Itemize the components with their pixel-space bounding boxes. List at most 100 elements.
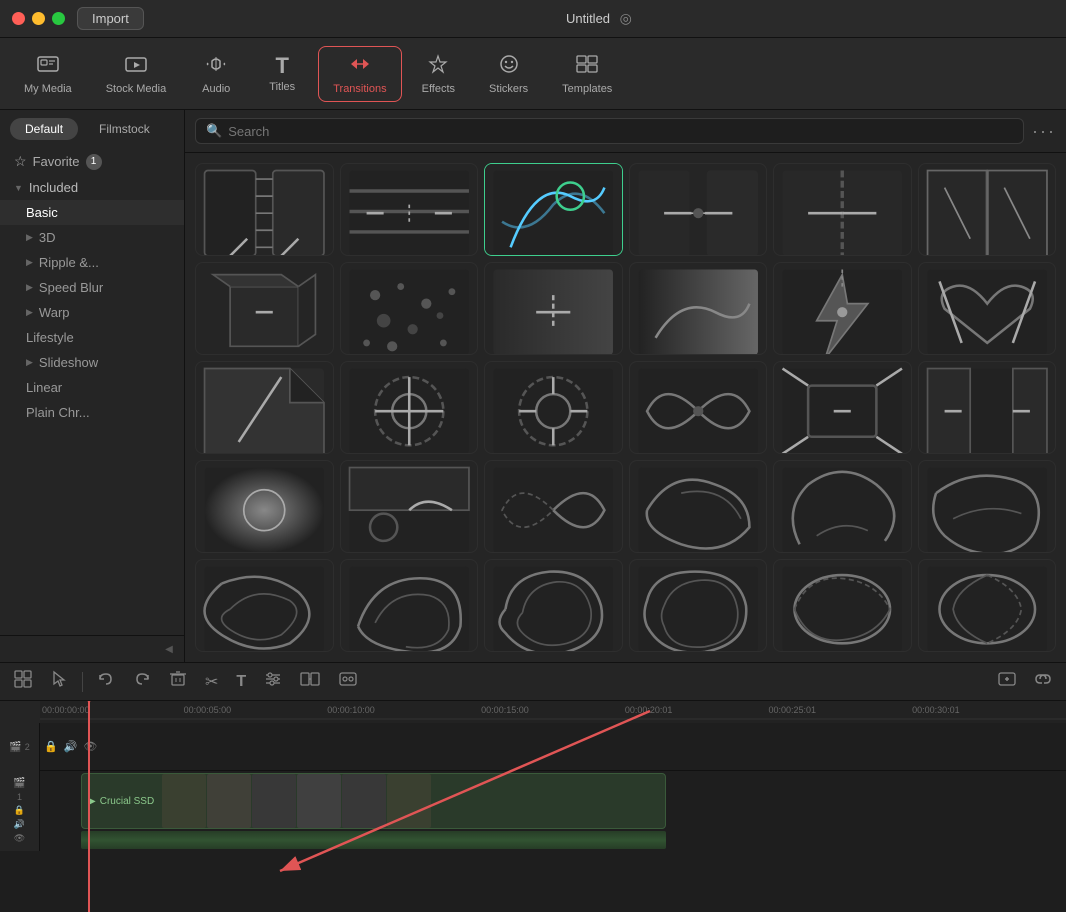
timeline-ruler: 00:00:00:00 00:00:05:00 00:00:10:00 00:0… xyxy=(40,701,1066,723)
transition-card-orb-4[interactable]: Orb 4 xyxy=(918,460,1057,553)
expand-arrow-icon-ripple: ▶ xyxy=(26,257,33,268)
templates-label: Templates xyxy=(562,83,612,95)
track-1-audio-icon[interactable]: 🔊 xyxy=(14,819,25,830)
window-title: Untitled ◎ xyxy=(144,10,1054,27)
transition-card-fade-grayscale[interactable]: Fade Grayscale xyxy=(629,262,768,355)
fullscreen-button[interactable] xyxy=(52,12,65,25)
transition-card-flash[interactable]: Flash xyxy=(773,262,912,355)
favorite-badge: 1 xyxy=(86,154,102,170)
transition-card-orb-twist-3[interactable]: Orb Twist 3 xyxy=(484,559,623,652)
toolbar-my-media[interactable]: My Media xyxy=(10,47,86,101)
minimize-button[interactable] xyxy=(32,12,45,25)
timeline-undo-button[interactable] xyxy=(93,666,119,697)
timeline-add-track-button[interactable] xyxy=(994,666,1020,697)
track-2-number: 2 xyxy=(25,742,30,752)
toolbar-transitions[interactable]: Transitions xyxy=(318,46,401,102)
expand-arrow-icon: ▼ xyxy=(14,183,23,193)
transition-card-blind[interactable]: Blind xyxy=(340,163,479,256)
transition-card-colour-distance[interactable]: Colour Distance xyxy=(484,163,623,256)
timeline-grid-button[interactable] xyxy=(10,666,36,697)
clip-thumb-5 xyxy=(342,774,386,828)
timeline-ai-button[interactable] xyxy=(334,666,362,697)
transition-card-bar[interactable]: Bar xyxy=(195,163,334,256)
included-label: Included xyxy=(29,180,78,195)
sidebar-item-warp[interactable]: ▶ Warp xyxy=(0,300,184,325)
transition-card-cube[interactable]: Cube xyxy=(195,262,334,355)
timeline-transition-clip-button[interactable] xyxy=(296,666,324,697)
transition-card-dissolve[interactable]: Dissolve xyxy=(340,262,479,355)
track-1-lock-icon[interactable]: 🔒 xyxy=(14,805,25,816)
sidebar-item-ripple[interactable]: ▶ Ripple &... xyxy=(0,250,184,275)
transition-card-fade[interactable]: Fade xyxy=(484,262,623,355)
sidebar-item-plain-chr[interactable]: Plain Chr... xyxy=(0,400,184,425)
sidebar-item-speed-blur[interactable]: ▶ Speed Blur xyxy=(0,275,184,300)
timeline-delete-button[interactable] xyxy=(165,666,191,697)
clip-thumb-1 xyxy=(162,774,206,828)
transition-card-orb-twist-2[interactable]: Orb Twist 2 xyxy=(340,559,479,652)
search-wrap: 🔍 xyxy=(195,118,1024,144)
timeline-text-button[interactable]: T xyxy=(232,669,250,695)
audio-label: Audio xyxy=(202,83,230,95)
transition-card-col-split[interactable]: Col Split xyxy=(773,163,912,256)
audio-waveform xyxy=(81,831,666,849)
close-button[interactable] xyxy=(12,12,25,25)
timeline-link-button[interactable] xyxy=(1030,666,1056,697)
transition-card-fade-white[interactable]: Fade White xyxy=(195,460,334,553)
timeline-cut-button[interactable]: ✂ xyxy=(201,668,222,696)
transition-card-fishey-roll-2[interactable]: Fisheve Roll 2 xyxy=(918,559,1057,652)
toolbar-stock-media[interactable]: Stock Media xyxy=(92,47,181,101)
clip-thumb-6 xyxy=(387,774,431,828)
track-2-eye-icon[interactable]: 👁 xyxy=(83,740,97,753)
sidebar-item-slideshow[interactable]: ▶ Slideshow xyxy=(0,350,184,375)
transition-card-orb-twist-4[interactable]: Orb Twist 4 xyxy=(629,559,768,652)
transition-card-heart[interactable]: Heart xyxy=(918,262,1057,355)
playhead[interactable] xyxy=(88,701,90,912)
timeline-adjust-button[interactable] xyxy=(260,666,286,697)
transition-card-col-split-2[interactable]: Col Split 2 xyxy=(918,163,1057,256)
save-status-icon: ◎ xyxy=(620,10,632,26)
transition-card-orb-2[interactable]: Orb 2 xyxy=(629,460,768,553)
timeline-redo-button[interactable] xyxy=(129,666,155,697)
sidebar-item-linear[interactable]: Linear xyxy=(0,375,184,400)
sidebar-item-favorite[interactable]: ☆ Favorite 1 xyxy=(0,148,184,175)
timeline-select-button[interactable] xyxy=(46,666,72,697)
sidebar-item-basic[interactable]: Basic xyxy=(0,200,184,225)
sidebar-item-included[interactable]: ▼ Included xyxy=(0,175,184,200)
sidebar-item-lifestyle[interactable]: Lifestyle xyxy=(0,325,184,350)
transition-card-zoom[interactable]: Zoom xyxy=(773,361,912,454)
transition-card-orb-twist-1[interactable]: Orb Twist 1 xyxy=(195,559,334,652)
search-bar: 🔍 ··· xyxy=(185,110,1066,153)
tab-filmstock[interactable]: Filmstock xyxy=(84,118,165,140)
transition-card-orb-1[interactable]: Orb 1 xyxy=(484,460,623,553)
transition-card-blind-1[interactable]: Blind 1 xyxy=(918,361,1057,454)
transition-card-orb-3[interactable]: Orb 3 xyxy=(773,460,912,553)
track-row-1: 🎬 1 🔒 🔊 👁 ▶ Crucial SSD xyxy=(0,771,1066,851)
transition-card-fade-single-track[interactable]: Fade Single Track xyxy=(340,460,479,553)
toolbar-audio[interactable]: Audio xyxy=(186,47,246,101)
toolbar-templates[interactable]: Templates xyxy=(548,47,626,101)
import-button[interactable]: Import xyxy=(77,7,144,30)
audio-icon xyxy=(205,53,227,79)
toolbar-titles[interactable]: T Titles xyxy=(252,49,312,99)
transition-card-round-zoom-out[interactable]: Round Zoom Out xyxy=(484,361,623,454)
linear-label: Linear xyxy=(26,380,62,395)
transition-card-col-merge[interactable]: Col Merge xyxy=(629,163,768,256)
transition-card-round-zoom-in[interactable]: Round Zoom In xyxy=(340,361,479,454)
transition-card-butterfly[interactable]: Butterfly...ave Scrawler xyxy=(629,361,768,454)
track-1-content: ▶ Crucial SSD xyxy=(40,771,1066,851)
toolbar-effects[interactable]: Effects xyxy=(408,47,469,101)
track-2-audio-icon[interactable]: 🔊 xyxy=(64,740,78,753)
transition-card-fishey-roll-1[interactable]: Fisheve Roll 1 xyxy=(773,559,912,652)
tab-default[interactable]: Default xyxy=(10,118,78,140)
collapse-sidebar-button[interactable]: ◀ xyxy=(160,640,178,658)
toolbar-stickers[interactable]: Stickers xyxy=(475,47,542,101)
clip-thumb-4 xyxy=(297,774,341,828)
track-1-eye-icon[interactable]: 👁 xyxy=(14,833,25,844)
basic-label: Basic xyxy=(26,205,58,220)
transition-card-page-curl[interactable]: Page Curl xyxy=(195,361,334,454)
sidebar-item-3d[interactable]: ▶ 3D xyxy=(0,225,184,250)
track-2-lock-icon[interactable]: 🔒 xyxy=(44,740,58,753)
more-button[interactable]: ··· xyxy=(1032,121,1056,142)
video-clip[interactable]: ▶ Crucial SSD xyxy=(81,773,666,829)
search-input[interactable] xyxy=(228,124,1013,139)
